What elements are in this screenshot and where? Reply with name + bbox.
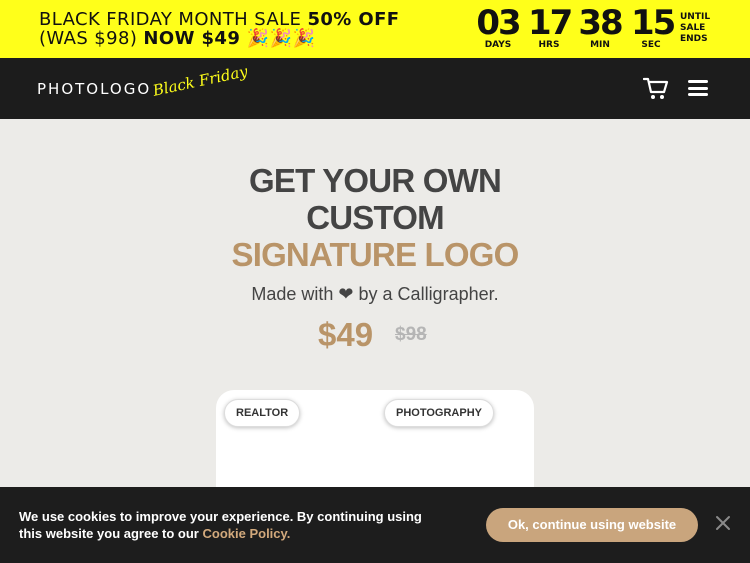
promo-line2: (WAS $98) bbox=[39, 28, 144, 49]
hero-headline-accent: SIGNATURE LOGO bbox=[231, 236, 519, 273]
promo-price: NOW $49 🎉🎉🎉 bbox=[143, 28, 316, 49]
photologo-logo[interactable]: PHOTOLOGO bbox=[37, 80, 151, 98]
countdown-days-value: 03 bbox=[476, 3, 521, 43]
subtitle-text: by a Calligrapher. bbox=[358, 284, 499, 304]
tag-photography[interactable]: PHOTOGRAPHY bbox=[384, 399, 494, 427]
countdown-hours: 17 HRS bbox=[528, 3, 573, 52]
hero-subtitle: Made with ❤ by a Calligrapher. bbox=[0, 284, 750, 305]
countdown-suffix-line: UNTIL bbox=[680, 12, 711, 22]
countdown-seconds: 15 SEC bbox=[631, 3, 676, 52]
site-header: PHOTOLOGO Black Friday bbox=[0, 58, 750, 119]
countdown-minutes-value: 38 bbox=[578, 3, 623, 43]
countdown-suffix-line: SALE bbox=[680, 23, 706, 33]
promo-bar: BLACK FRIDAY MONTH SALE 50% OFF (WAS $98… bbox=[0, 0, 750, 58]
countdown-minutes: 38 MIN bbox=[576, 6, 624, 52]
promo-line1: BLACK FRIDAY MONTH SALE bbox=[39, 9, 308, 30]
current-price: $49 bbox=[318, 316, 374, 353]
countdown-seconds-value: 15 bbox=[631, 3, 676, 43]
countdown-hours-value: 17 bbox=[528, 3, 573, 43]
subtitle-text: Made with bbox=[251, 284, 334, 304]
hero-headline-line2: CUSTOM bbox=[306, 199, 444, 236]
countdown-suffix: UNTIL SALE ENDS bbox=[680, 12, 720, 45]
promo-text: BLACK FRIDAY MONTH SALE 50% OFF (WAS $98… bbox=[39, 10, 400, 48]
cookie-message: We use cookies to improve your experienc… bbox=[19, 508, 439, 542]
black-friday-logo-script: Black Friday bbox=[151, 62, 250, 100]
cart-icon[interactable] bbox=[642, 77, 669, 101]
old-price: $98 bbox=[395, 324, 427, 345]
countdown-days: 03 DAYS bbox=[474, 6, 522, 52]
heart-icon: ❤ bbox=[338, 284, 354, 304]
cookie-policy-link[interactable]: Cookie Policy. bbox=[203, 526, 291, 541]
hamburger-menu-icon[interactable] bbox=[688, 80, 708, 96]
close-icon[interactable] bbox=[714, 514, 732, 532]
countdown-suffix-line: ENDS bbox=[680, 34, 708, 44]
tag-realtor[interactable]: REALTOR bbox=[224, 399, 301, 427]
accept-cookies-button[interactable]: Ok, continue using website bbox=[486, 508, 698, 542]
cookie-banner: We use cookies to improve your experienc… bbox=[0, 487, 750, 563]
promo-discount: 50% OFF bbox=[307, 9, 400, 30]
hero-headline-line1: GET YOUR OWN bbox=[249, 162, 502, 199]
